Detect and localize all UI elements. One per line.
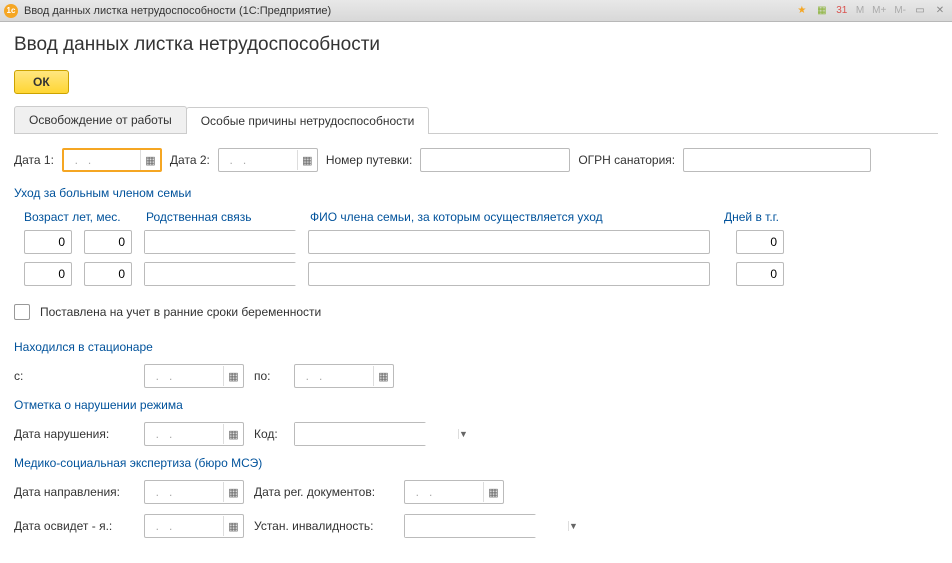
mse-disab-input[interactable]	[405, 515, 568, 537]
care-header-age: Возраст лет, мес.	[24, 210, 134, 224]
calendar-icon[interactable]: ▦	[483, 482, 503, 502]
calendar-icon[interactable]: ▦	[373, 366, 393, 386]
chevron-down-icon[interactable]: ▼	[568, 521, 578, 531]
calendar-icon[interactable]: ▦	[223, 482, 243, 502]
hospital-to-field[interactable]: ▦	[294, 364, 394, 388]
memory-mminus[interactable]: M-	[892, 5, 908, 16]
date1-input[interactable]	[64, 150, 134, 170]
care2-relation-select[interactable]: ▼	[144, 262, 296, 286]
mse-reg-field[interactable]: ▦	[404, 480, 504, 504]
date2-calendar-icon[interactable]: ▦	[297, 150, 317, 170]
violation-code-label: Код:	[254, 427, 284, 441]
hospital-row: с: ▦ по: ▦	[14, 364, 938, 388]
calculator-icon[interactable]: ▦	[814, 3, 830, 19]
violation-date-input[interactable]	[145, 423, 215, 445]
titlebar-actions: ★ ▦ 31 M M+ M- ▭ ✕	[794, 3, 948, 19]
mse-reg-input[interactable]	[405, 481, 475, 503]
mse-exam-label: Дата освидет - я.:	[14, 519, 134, 533]
tab-work-release[interactable]: Освобождение от работы	[14, 106, 187, 133]
hospital-to-input[interactable]	[295, 365, 365, 387]
care1-days-input[interactable]	[736, 230, 784, 254]
pregnancy-checkbox[interactable]	[14, 304, 30, 320]
hospital-from-input[interactable]	[145, 365, 215, 387]
date1-calendar-icon[interactable]: ▦	[140, 150, 160, 170]
date2-field[interactable]: ▦	[218, 148, 318, 172]
mse-section-title: Медико-социальная экспертиза (бюро МСЭ)	[14, 456, 938, 470]
care-headers: Возраст лет, мес. Родственная связь ФИО …	[14, 210, 938, 224]
window-title: Ввод данных листка нетрудоспособности (1…	[24, 5, 331, 17]
ok-button[interactable]: ОК	[14, 70, 69, 94]
ogrn-input[interactable]	[683, 148, 871, 172]
hospital-from-label: с:	[14, 369, 134, 383]
care2-years-input[interactable]	[24, 262, 72, 286]
memory-mplus[interactable]: M+	[870, 5, 888, 16]
care2-relation-input[interactable]	[145, 263, 308, 285]
calendar-icon[interactable]: ▦	[223, 366, 243, 386]
care1-relation-input[interactable]	[145, 231, 308, 253]
window-titlebar: 1c Ввод данных листка нетрудоспособности…	[0, 0, 952, 22]
pregnancy-row: Поставлена на учет в ранние сроки береме…	[14, 304, 938, 320]
care-row-2: ▼	[14, 262, 938, 286]
close-icon[interactable]: ✕	[932, 3, 948, 19]
violation-date-field[interactable]: ▦	[144, 422, 244, 446]
care2-fio-input[interactable]	[308, 262, 710, 286]
date2-input[interactable]	[219, 149, 289, 171]
mse-exam-field[interactable]: ▦	[144, 514, 244, 538]
tab-bar: Освобождение от работы Особые причины не…	[14, 106, 938, 134]
care-row-1: ▼	[14, 230, 938, 254]
pregnancy-label: Поставлена на учет в ранние сроки береме…	[40, 305, 321, 319]
care-section-title: Уход за больным членом семьи	[14, 186, 938, 200]
mse-dir-field[interactable]: ▦	[144, 480, 244, 504]
violation-date-label: Дата нарушения:	[14, 427, 134, 441]
voucher-label: Номер путевки:	[326, 153, 412, 167]
favorite-icon[interactable]: ★	[794, 3, 810, 19]
care-header-fio: ФИО члена семьи, за которым осуществляет…	[310, 210, 712, 224]
mse-reg-label: Дата рег. документов:	[254, 485, 394, 499]
calendar-icon[interactable]: ▦	[223, 516, 243, 536]
violation-section-title: Отметка о нарушении режима	[14, 398, 938, 412]
calendar-icon[interactable]: 31	[834, 3, 850, 19]
mse-disab-select[interactable]: ▼	[404, 514, 536, 538]
minimize-icon[interactable]: ▭	[912, 3, 928, 19]
content-area: Ввод данных листка нетрудоспособности ОК…	[0, 22, 952, 560]
date1-field[interactable]: ▦	[62, 148, 162, 172]
hospital-section-title: Находился в стационаре	[14, 340, 938, 354]
care-header-days: Дней в т.г.	[724, 210, 794, 224]
tab-special-reasons[interactable]: Особые причины нетрудоспособности	[186, 107, 430, 134]
mse-row2: Дата освидет - я.: ▦ Устан. инвалидность…	[14, 514, 938, 538]
app-icon: 1c	[4, 4, 18, 18]
violation-code-input[interactable]	[295, 423, 458, 445]
page-title: Ввод данных листка нетрудоспособности	[14, 34, 938, 56]
mse-dir-label: Дата направления:	[14, 485, 134, 499]
ogrn-label: ОГРН санатория:	[578, 153, 675, 167]
mse-dir-input[interactable]	[145, 481, 215, 503]
dates-row: Дата 1: ▦ Дата 2: ▦ Номер путевки: ОГРН …	[14, 148, 938, 172]
care1-relation-select[interactable]: ▼	[144, 230, 296, 254]
date2-label: Дата 2:	[170, 153, 210, 167]
care1-months-input[interactable]	[84, 230, 132, 254]
date1-label: Дата 1:	[14, 153, 54, 167]
voucher-input[interactable]	[420, 148, 570, 172]
mse-disab-label: Устан. инвалидность:	[254, 519, 394, 533]
care1-years-input[interactable]	[24, 230, 72, 254]
care2-days-input[interactable]	[736, 262, 784, 286]
hospital-to-label: по:	[254, 369, 284, 383]
care2-months-input[interactable]	[84, 262, 132, 286]
violation-code-select[interactable]: ▼	[294, 422, 426, 446]
mse-row1: Дата направления: ▦ Дата рег. документов…	[14, 480, 938, 504]
mse-exam-input[interactable]	[145, 515, 215, 537]
calendar-icon[interactable]: ▦	[223, 424, 243, 444]
chevron-down-icon[interactable]: ▼	[458, 429, 468, 439]
memory-m[interactable]: M	[854, 5, 866, 16]
violation-row: Дата нарушения: ▦ Код: ▼	[14, 422, 938, 446]
care1-fio-input[interactable]	[308, 230, 710, 254]
care-header-relation: Родственная связь	[146, 210, 298, 224]
hospital-from-field[interactable]: ▦	[144, 364, 244, 388]
